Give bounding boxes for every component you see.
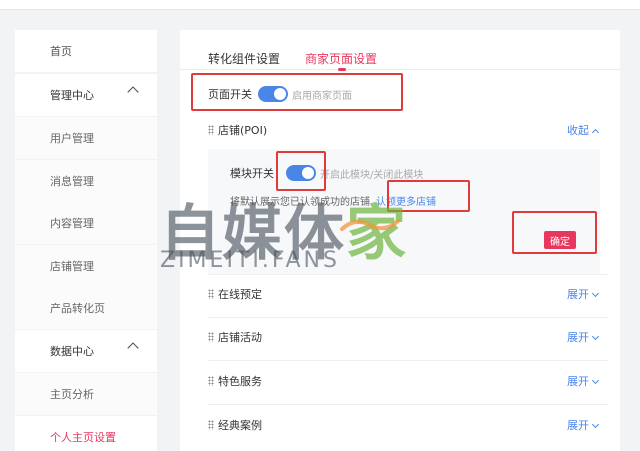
chevron-down-icon (591, 289, 600, 298)
confirm-button[interactable]: 确定 (544, 231, 576, 249)
expand-button[interactable]: 展开 (567, 286, 600, 302)
toggle-knob (302, 167, 314, 179)
sidebar-item-label: 产品转化页 (50, 302, 105, 315)
divider (208, 404, 608, 405)
toggle-knob (274, 88, 286, 100)
page-switch-label: 页面开关 (208, 88, 252, 101)
module-switch-label: 模块开关 (230, 167, 274, 180)
default-store-row: 将默认展示您已认领成功的店铺 认领更多店铺 (230, 193, 436, 208)
page-switch-toggle[interactable] (258, 86, 288, 102)
sidebar-group-management[interactable]: 管理中心 (15, 74, 157, 116)
default-store-text: 将默认展示您已认领成功的店铺 (230, 197, 370, 208)
sidebar-item-label: 内容管理 (50, 217, 94, 230)
chevron-up-icon (127, 86, 139, 98)
sidebar-item-messages[interactable]: 消息管理 (15, 160, 157, 202)
drag-handle-icon[interactable] (208, 332, 214, 342)
sidebar-item-label: 店铺管理 (50, 260, 94, 273)
expand-button[interactable]: 展开 (567, 373, 600, 389)
top-bar (0, 0, 640, 10)
claim-more-stores-link[interactable]: 认领更多店铺 (376, 193, 436, 208)
page-switch-row: 页面开关 启用商家页面 (208, 82, 352, 106)
active-tab-indicator (338, 68, 346, 71)
chevron-down-icon (591, 376, 600, 385)
drag-handle-icon[interactable] (208, 420, 214, 430)
chevron-up-icon (591, 128, 600, 137)
collapse-label: 收起 (567, 124, 589, 137)
poi-settings-panel: 模块开关 开启此模块/关闭此模块 将默认展示您已认领成功的店铺 认领更多店铺 确… (208, 149, 600, 274)
sidebar-item-homepage-analysis[interactable]: 主页分析 (15, 373, 157, 415)
sidebar: 首页 管理中心 用户管理 消息管理 内容管理 店铺管理 产品转化页 数据中心 主… (15, 30, 157, 451)
sidebar-item-home[interactable]: 首页 (15, 30, 157, 72)
chevron-down-icon (591, 420, 600, 429)
module-switch-hint: 开启此模块/关闭此模块 (320, 169, 424, 181)
divider (208, 360, 608, 361)
sidebar-item-label: 个人主页设置 (50, 431, 116, 444)
tab-merchant-page[interactable]: 商家页面设置 (305, 50, 377, 67)
sidebar-item-label: 首页 (50, 45, 72, 58)
drag-handle-icon[interactable] (208, 125, 214, 135)
section-title: 经典案例 (218, 419, 262, 432)
sidebar-item-content[interactable]: 内容管理 (15, 202, 157, 244)
section-title: 特色服务 (218, 375, 262, 388)
section-title: 店铺(POI) (218, 124, 268, 137)
drag-handle-icon[interactable] (208, 376, 214, 386)
expand-label: 展开 (567, 288, 589, 301)
sidebar-item-label: 用户管理 (50, 132, 94, 145)
section-title: 在线预定 (218, 288, 262, 301)
sidebar-item-label: 数据中心 (50, 345, 94, 358)
expand-label: 展开 (567, 331, 589, 344)
section-activity-header: 店铺活动 展开 (208, 327, 608, 347)
sidebar-item-label: 主页分析 (50, 388, 94, 401)
page-switch-hint: 启用商家页面 (292, 90, 352, 102)
expand-button[interactable]: 展开 (567, 329, 600, 345)
section-service-header: 特色服务 展开 (208, 371, 608, 391)
module-switch-toggle[interactable] (286, 165, 316, 181)
chevron-up-icon (127, 342, 139, 354)
divider (208, 274, 608, 275)
chevron-down-icon (591, 332, 600, 341)
divider (208, 317, 608, 318)
section-booking-header: 在线预定 展开 (208, 284, 608, 304)
expand-button[interactable]: 展开 (567, 417, 600, 433)
expand-label: 展开 (567, 419, 589, 432)
section-cases-header: 经典案例 展开 (208, 415, 608, 435)
sidebar-item-profile-settings[interactable]: 个人主页设置 (15, 416, 157, 451)
main-panel: 转化组件设置 商家页面设置 页面开关 启用商家页面 店铺(POI) 收起 模块开… (180, 30, 620, 451)
tab-bar: 转化组件设置 商家页面设置 (180, 30, 620, 71)
module-switch-row: 模块开关 开启此模块/关闭此模块 (230, 165, 423, 181)
section-title: 店铺活动 (218, 331, 262, 344)
drag-handle-icon[interactable] (208, 289, 214, 299)
tab-conversion-components[interactable]: 转化组件设置 (208, 50, 280, 67)
sidebar-item-label: 消息管理 (50, 175, 94, 188)
sidebar-item-stores[interactable]: 店铺管理 (15, 245, 157, 287)
sidebar-item-users[interactable]: 用户管理 (15, 117, 157, 159)
expand-label: 展开 (567, 375, 589, 388)
sidebar-item-product-conversion[interactable]: 产品转化页 (15, 287, 157, 329)
collapse-button[interactable]: 收起 (567, 122, 600, 138)
section-poi-header: 店铺(POI) 收起 (208, 120, 608, 140)
sidebar-item-label: 管理中心 (50, 89, 94, 102)
sidebar-group-data[interactable]: 数据中心 (15, 330, 157, 372)
